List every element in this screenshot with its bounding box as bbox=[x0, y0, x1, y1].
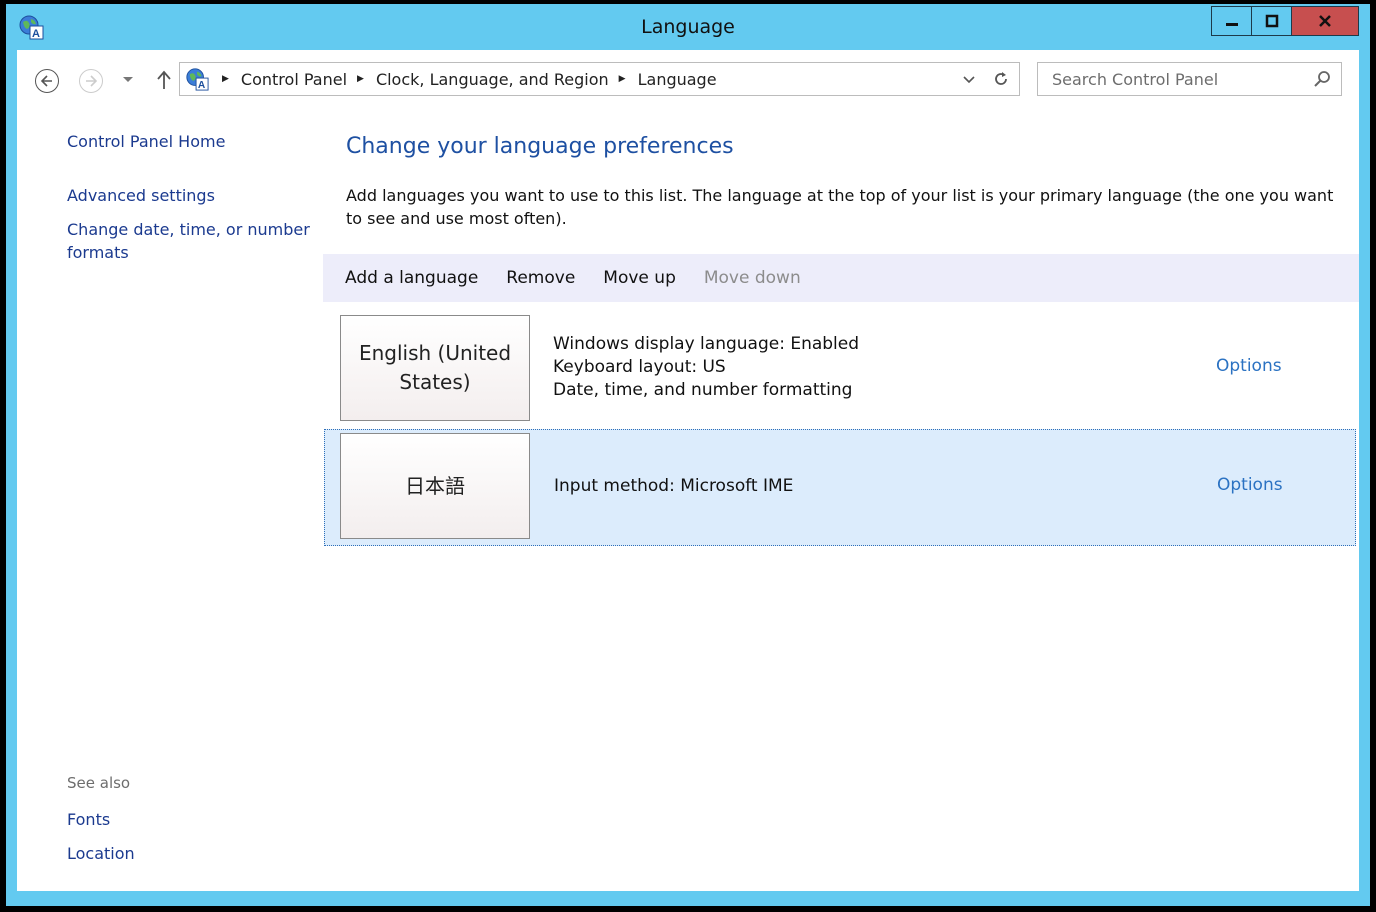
search-box bbox=[1037, 62, 1342, 96]
language-toolbar: Add a language Remove Move up Move down bbox=[323, 254, 1359, 302]
add-language-button[interactable]: Add a language bbox=[345, 268, 478, 288]
close-icon bbox=[1319, 15, 1331, 27]
remove-button[interactable]: Remove bbox=[506, 268, 575, 288]
chevron-down-icon bbox=[963, 76, 975, 84]
page-title: Change your language preferences bbox=[346, 134, 734, 159]
arrow-right-icon bbox=[86, 75, 98, 87]
refresh-button[interactable] bbox=[991, 69, 1011, 89]
move-up-button[interactable]: Move up bbox=[603, 268, 676, 288]
sidebar-link-control-panel-home[interactable]: Control Panel Home bbox=[67, 130, 225, 153]
sidebar-link-change-date-time-formats[interactable]: Change date, time, or number formats bbox=[67, 218, 317, 264]
close-button[interactable] bbox=[1292, 7, 1358, 35]
window-controls bbox=[1211, 6, 1359, 36]
breadcrumb-separator-icon[interactable]: ▶ bbox=[222, 74, 229, 84]
svg-text:A: A bbox=[198, 80, 206, 91]
window-title: Language bbox=[641, 16, 735, 38]
language-details: Input method: Microsoft IME bbox=[554, 475, 793, 498]
back-button[interactable] bbox=[35, 69, 59, 93]
language-detail-line: Date, time, and number formatting bbox=[553, 380, 853, 400]
client-area: A ▶ Control Panel ▶ Clock, Language, and… bbox=[17, 50, 1359, 891]
breadcrumb-item-clock-language-region[interactable]: Clock, Language, and Region bbox=[376, 70, 609, 89]
language-list-item-selected[interactable]: 日本語 Input method: Microsoft IME Options bbox=[324, 429, 1356, 546]
breadcrumb-item-control-panel[interactable]: Control Panel bbox=[241, 70, 347, 89]
search-input[interactable] bbox=[1038, 63, 1312, 95]
language-detail-line: Input method: Microsoft IME bbox=[554, 476, 794, 496]
title-bar[interactable]: A Language bbox=[6, 4, 1370, 50]
see-also-label: See also bbox=[67, 774, 131, 792]
maximize-icon bbox=[1265, 14, 1278, 28]
up-button[interactable] bbox=[153, 67, 175, 93]
maximize-button[interactable] bbox=[1252, 7, 1292, 35]
arrow-left-icon bbox=[40, 75, 52, 87]
move-down-button: Move down bbox=[703, 268, 801, 288]
language-globe-icon: A bbox=[185, 67, 209, 91]
breadcrumb-separator-icon[interactable]: ▶ bbox=[357, 74, 364, 84]
language-tile: English (United States) bbox=[340, 315, 530, 421]
recent-locations-button[interactable] bbox=[121, 72, 135, 88]
see-also-link-fonts[interactable]: Fonts bbox=[67, 808, 110, 831]
breadcrumb-separator-icon[interactable]: ▶ bbox=[619, 74, 626, 84]
language-detail-line: Windows display language: Enabled bbox=[553, 334, 860, 354]
arrow-up-icon bbox=[157, 70, 171, 89]
forward-button[interactable] bbox=[79, 69, 103, 93]
language-list-item[interactable]: English (United States) Windows display … bbox=[324, 312, 1356, 426]
breadcrumb-item-language[interactable]: Language bbox=[638, 70, 717, 89]
language-options-link[interactable]: Options bbox=[1216, 356, 1282, 376]
refresh-icon bbox=[995, 72, 1007, 85]
language-details: Windows display language: Enabled Keyboa… bbox=[553, 333, 859, 402]
search-icon[interactable] bbox=[1313, 70, 1331, 88]
minimize-icon bbox=[1225, 23, 1238, 26]
language-options-link[interactable]: Options bbox=[1217, 475, 1283, 495]
language-detail-line: Keyboard layout: US bbox=[553, 357, 726, 377]
language-tile: 日本語 bbox=[340, 433, 530, 539]
address-bar[interactable]: A ▶ Control Panel ▶ Clock, Language, and… bbox=[179, 62, 1020, 96]
sidebar-link-advanced-settings[interactable]: Advanced settings bbox=[67, 184, 215, 207]
breadcrumb: ▶ Control Panel ▶ Clock, Language, and R… bbox=[214, 63, 717, 95]
see-also-link-location[interactable]: Location bbox=[67, 842, 135, 865]
minimize-button[interactable] bbox=[1212, 7, 1252, 35]
page-description: Add languages you want to use to this li… bbox=[346, 186, 1334, 228]
chevron-down-icon bbox=[123, 77, 133, 82]
address-dropdown-button[interactable] bbox=[961, 72, 977, 88]
language-window: A Language A ▶ Control Panel ▶ Clock, La… bbox=[6, 4, 1370, 906]
